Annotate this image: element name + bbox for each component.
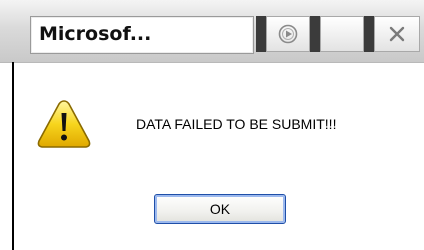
title-box: Microsof... — [30, 16, 254, 54]
media-button[interactable] — [266, 16, 310, 52]
window-frame-left — [12, 62, 14, 250]
title-bar[interactable]: Microsof... — [0, 0, 424, 63]
ok-button-label: OK — [209, 201, 231, 217]
blank-button[interactable] — [320, 16, 364, 52]
media-play-icon — [278, 24, 298, 44]
title-bar-separator — [364, 16, 374, 52]
close-icon — [389, 26, 405, 42]
title-bar-separator — [310, 16, 320, 52]
warning-icon — [36, 98, 92, 150]
close-button[interactable] — [374, 16, 420, 52]
dialog-message: DATA FAILED TO BE SUBMIT!!! — [136, 116, 337, 132]
ok-button[interactable]: OK — [154, 194, 286, 224]
title-bar-separator — [256, 16, 266, 52]
message-dialog: Microsof... DATA FAILED TO BE SUBMIT!!! … — [0, 0, 424, 250]
window-title: Microsof... — [39, 23, 152, 45]
